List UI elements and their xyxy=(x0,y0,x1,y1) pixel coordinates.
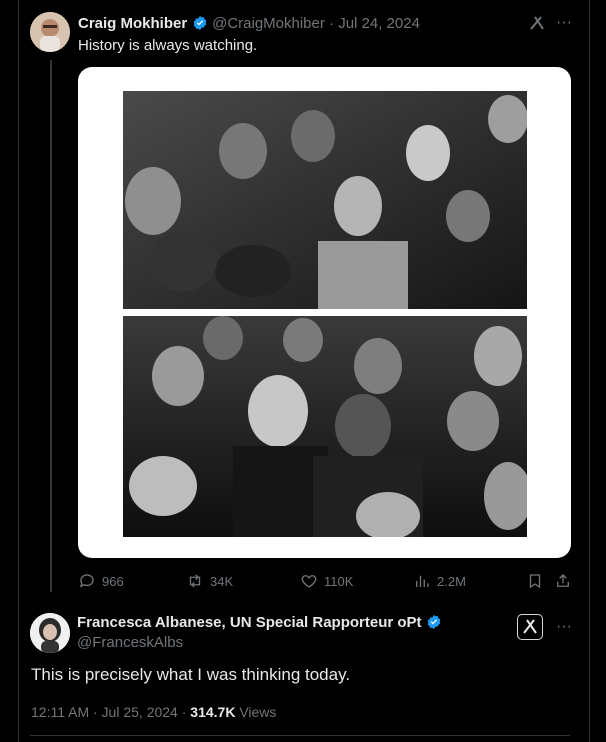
timestamp[interactable]: 12:11 AM · Jul 25, 2024 · xyxy=(31,704,190,720)
tweet-meta: 12:11 AM · Jul 25, 2024 · 314.7K Views xyxy=(31,704,276,720)
historical-photo xyxy=(123,91,527,309)
x-grok-icon[interactable] xyxy=(517,614,543,640)
repost-button[interactable]: 34K xyxy=(186,572,233,590)
share-icon xyxy=(557,574,569,587)
reply-icon xyxy=(79,574,94,588)
tweet-image[interactable] xyxy=(78,67,571,558)
handle-date[interactable]: @CraigMokhiber · Jul 24, 2024 xyxy=(212,15,420,32)
bookmark-button[interactable] xyxy=(526,572,544,590)
more-icon[interactable]: ··· xyxy=(556,14,572,32)
thread-line xyxy=(50,60,52,592)
repost-count: 34K xyxy=(210,573,234,589)
modern-photo xyxy=(123,316,527,537)
tweet-text: History is always watching. xyxy=(78,37,258,54)
divider xyxy=(30,735,570,736)
views-count: 314.7K xyxy=(190,704,236,720)
verified-icon xyxy=(193,16,206,30)
more-icon[interactable]: ··· xyxy=(556,618,572,636)
like-icon xyxy=(301,575,317,588)
action-bar: 966 34K 110K 2.2M xyxy=(78,572,573,592)
handle[interactable]: @FranceskAlbs xyxy=(77,634,183,651)
author-name[interactable]: Francesca Albanese, UN Special Rapporteu… xyxy=(77,614,422,631)
bookmark-icon xyxy=(529,574,541,589)
views-count: 2.2M xyxy=(437,573,466,589)
views-label: Views xyxy=(235,704,277,720)
like-button[interactable]: 110K xyxy=(300,572,353,590)
tweet-text: This is precisely what I was thinking to… xyxy=(31,665,351,684)
reply-button[interactable]: 966 xyxy=(78,572,124,590)
views-button[interactable]: 2.2M xyxy=(413,572,466,590)
views-icon xyxy=(416,575,429,587)
repost-icon xyxy=(189,574,201,588)
avatar[interactable] xyxy=(30,613,70,653)
avatar[interactable] xyxy=(30,12,70,52)
author-name[interactable]: Craig Mokhiber xyxy=(78,15,187,32)
x-grok-icon[interactable] xyxy=(528,14,546,32)
verified-icon xyxy=(427,615,441,629)
share-button[interactable] xyxy=(554,572,572,590)
reply-count: 966 xyxy=(102,573,124,589)
like-count: 110K xyxy=(324,573,354,589)
